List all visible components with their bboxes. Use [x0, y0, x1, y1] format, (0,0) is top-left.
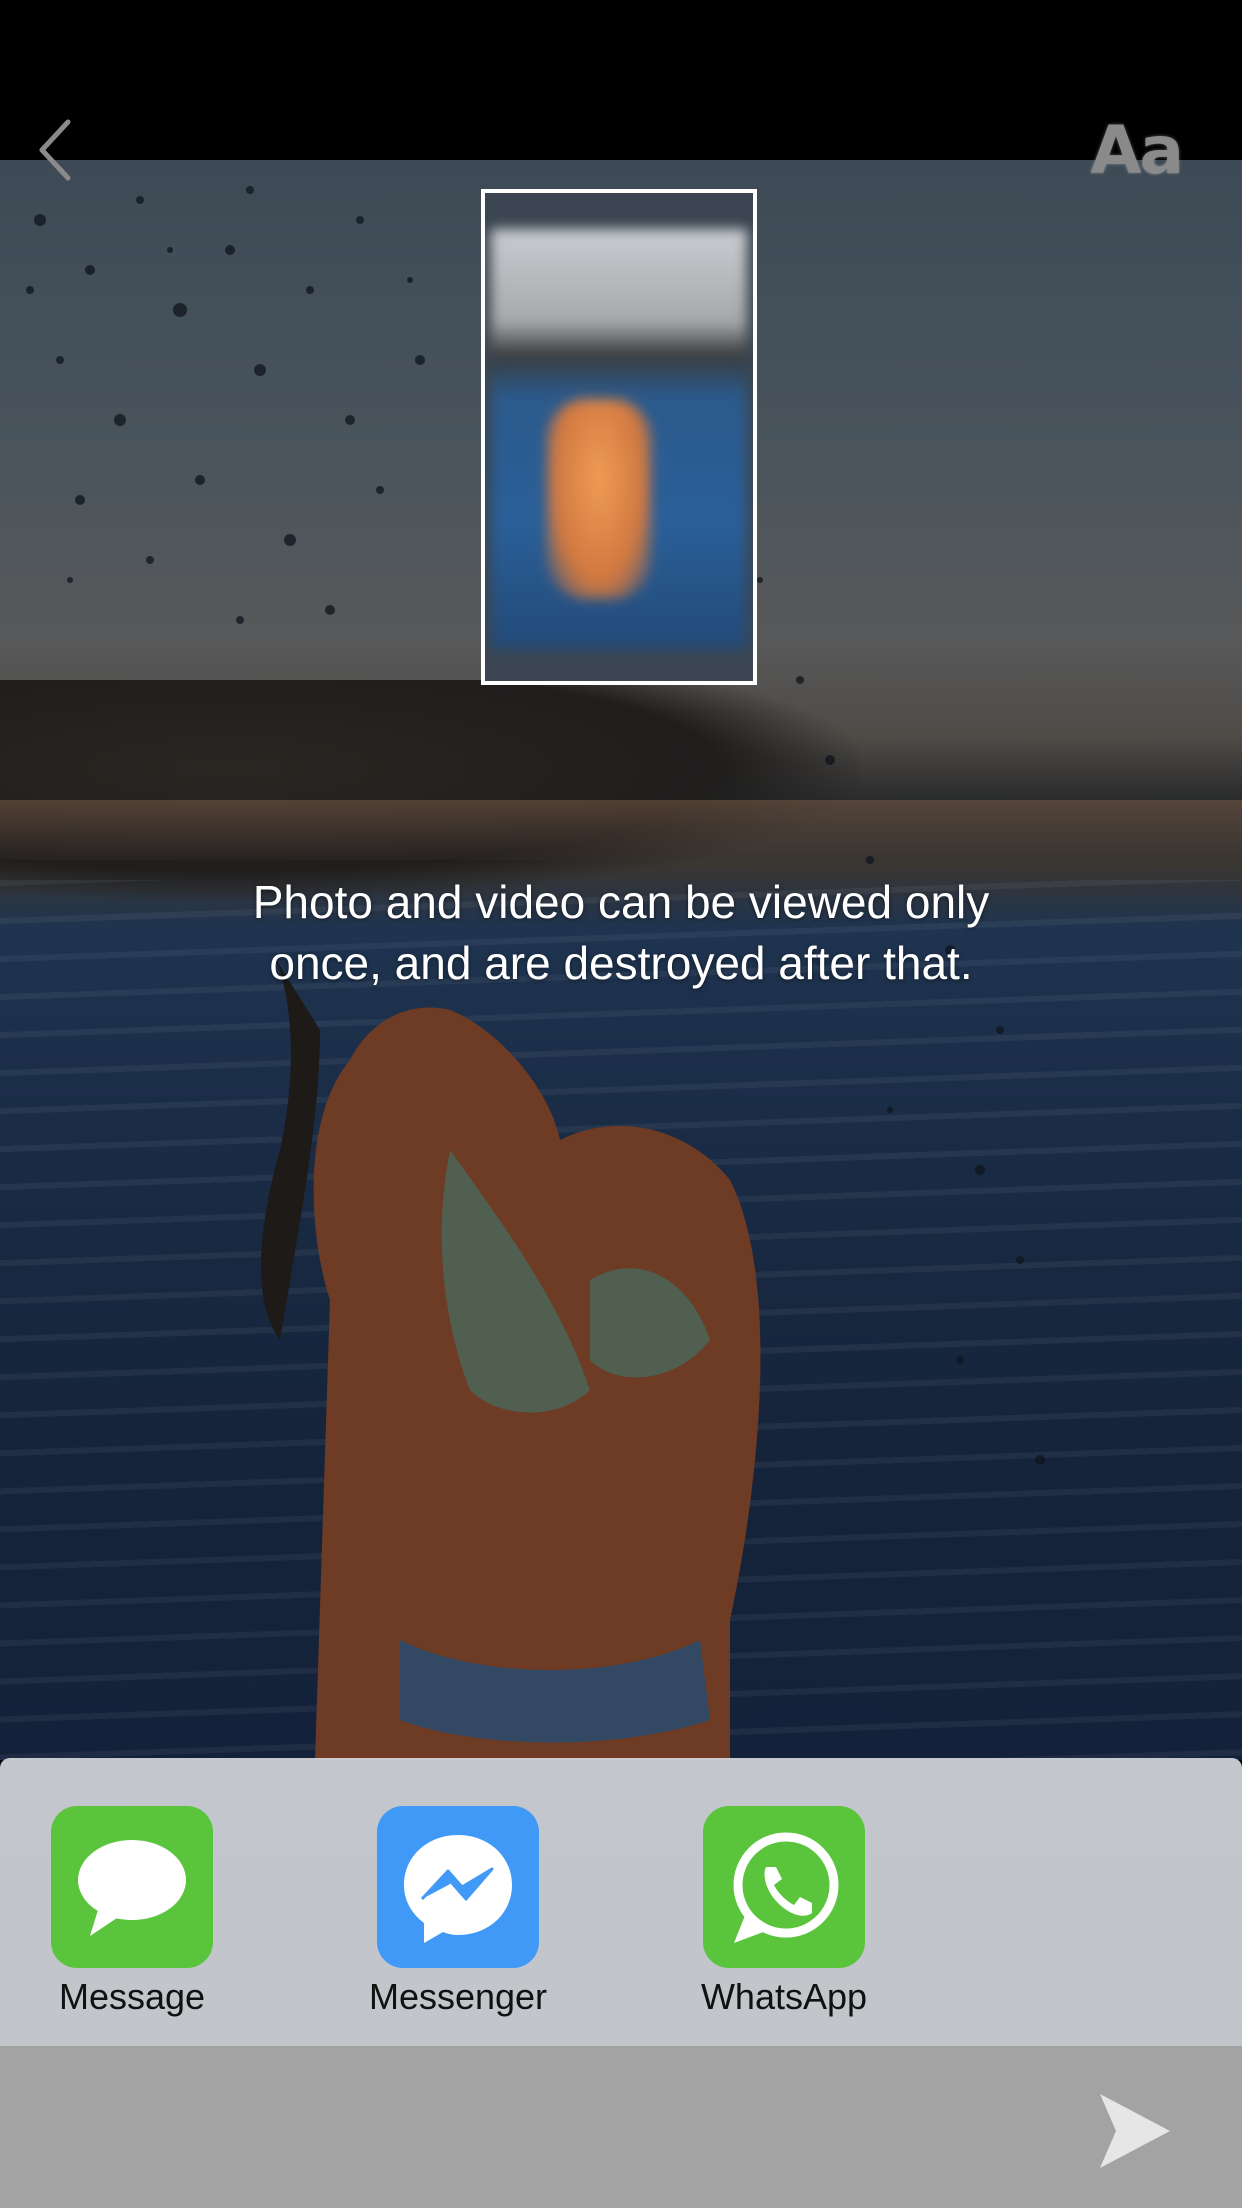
message-app-icon[interactable]: [51, 1806, 213, 1968]
share-app-whatsapp[interactable]: WhatsApp: [674, 1806, 894, 2018]
share-app-messenger[interactable]: Messenger: [348, 1806, 568, 2018]
app-label: WhatsApp: [700, 1976, 868, 2017]
message-bubble-icon: [78, 1840, 186, 1936]
app-label: Message: [58, 1976, 206, 2017]
view-once-notice: Photo and video can be viewed only once,…: [252, 876, 990, 989]
whatsapp-icon: [733, 1832, 839, 1943]
preview-figure: [547, 399, 651, 599]
messenger-app-icon[interactable]: [377, 1806, 539, 1968]
share-app-message[interactable]: Message: [22, 1806, 242, 2018]
chevron-left-icon: [39, 119, 71, 181]
app-label: Messenger: [368, 1976, 548, 2017]
messenger-icon: [404, 1835, 512, 1943]
share-panel: Message Messenger WhatsApp: [0, 1758, 1242, 2048]
preview-image: [491, 229, 747, 649]
whatsapp-app-icon[interactable]: [703, 1806, 865, 1968]
media-preview-thumbnail[interactable]: [481, 189, 757, 685]
person-figure: [261, 950, 761, 1760]
send-button[interactable]: [1096, 2090, 1172, 2172]
back-button[interactable]: [30, 110, 90, 190]
send-icon: [1100, 2094, 1170, 2168]
font-style-button[interactable]: Aa: [1090, 112, 1184, 189]
bottom-bar: [0, 2046, 1242, 2208]
top-bar: [0, 0, 1242, 160]
